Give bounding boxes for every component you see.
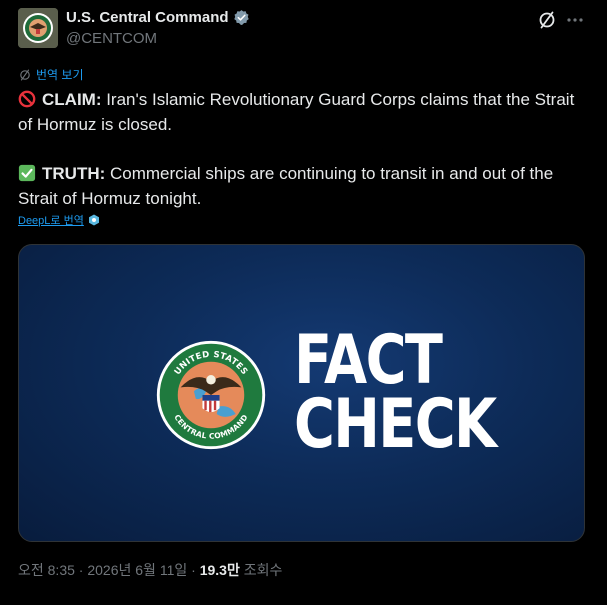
meta-separator: · bbox=[74, 562, 88, 578]
fact-check-headline: FACT CHECK bbox=[294, 321, 497, 464]
deepl-icon bbox=[88, 214, 99, 226]
post-date[interactable]: 2026년 6월 11일 bbox=[87, 562, 187, 578]
views-label: 조회수 bbox=[239, 562, 283, 578]
display-name[interactable]: U.S. Central Command bbox=[66, 9, 229, 26]
post: U.S. Central Command @CENTCOM 번역 보기 CLAI… bbox=[0, 0, 607, 605]
tweet-text: CLAIM: Iran's Islamic Revolutionary Guar… bbox=[18, 87, 588, 211]
truth-paragraph: TRUTH: Commercial ships are continuing t… bbox=[18, 161, 588, 211]
grok-button[interactable] bbox=[537, 10, 557, 30]
truth-label: TRUTH: bbox=[42, 164, 106, 183]
check-mark-emoji-icon bbox=[18, 164, 36, 182]
meta-separator-2: · bbox=[187, 562, 200, 578]
headline-line-1: FACT bbox=[294, 321, 443, 400]
headline-line-2: CHECK bbox=[294, 385, 497, 464]
more-dots-icon bbox=[567, 18, 583, 22]
show-translation-link[interactable]: 번역 보기 bbox=[18, 66, 84, 83]
claim-paragraph: CLAIM: Iran's Islamic Revolutionary Guar… bbox=[18, 87, 588, 137]
more-button[interactable] bbox=[565, 10, 585, 30]
centcom-seal-icon bbox=[18, 8, 58, 48]
deepl-label: DeepL로 번역 bbox=[18, 215, 84, 227]
avatar[interactable] bbox=[18, 8, 58, 48]
translate-icon bbox=[20, 69, 30, 80]
media-image[interactable]: UNITED STATES CENTRAL COMMAND FACT CHECK bbox=[18, 244, 585, 542]
centcom-seal-image: UNITED STATES CENTRAL COMMAND bbox=[154, 338, 268, 452]
name-row: U.S. Central Command bbox=[66, 9, 250, 26]
deepl-translate-link[interactable]: DeepL로 번역 bbox=[18, 212, 100, 228]
post-time[interactable]: 오전 8:35 bbox=[18, 562, 75, 578]
verified-badge-icon[interactable] bbox=[233, 9, 250, 26]
views-count: 19.3만 bbox=[199, 562, 240, 578]
translate-label: 번역 보기 bbox=[36, 68, 84, 82]
claim-label: CLAIM: bbox=[42, 90, 102, 109]
claim-text: Iran's Islamic Revolutionary Guard Corps… bbox=[18, 90, 575, 134]
no-entry-emoji-icon bbox=[18, 90, 36, 108]
handle[interactable]: @CENTCOM bbox=[66, 30, 157, 47]
post-meta: 오전 8:35 · 2026년 6월 11일 · 19.3만 조회수 bbox=[18, 560, 282, 580]
grok-icon bbox=[539, 11, 555, 29]
